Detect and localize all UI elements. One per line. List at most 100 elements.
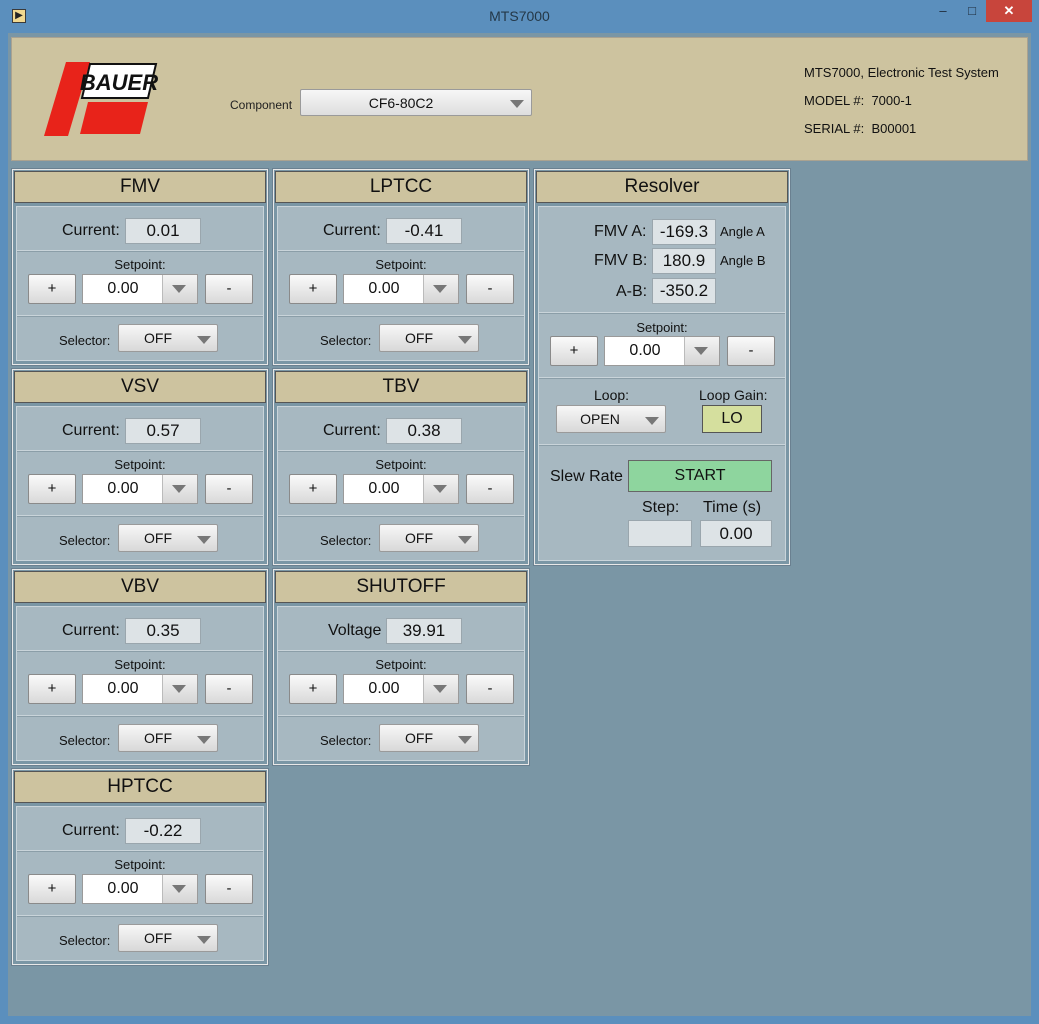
fmv-current-label: Current: [62, 222, 120, 239]
fmv-decrement-button[interactable]: - [205, 274, 253, 304]
tbv-current-value: 0.38 [386, 418, 462, 444]
shutoff-selector[interactable]: OFF [379, 724, 479, 752]
setpoint-dropdown[interactable] [162, 675, 197, 703]
vsv-selector[interactable]: OFF [118, 524, 218, 552]
fmv-selector-value: OFF [144, 330, 172, 346]
setpoint-dropdown[interactable] [162, 475, 197, 503]
fmv-body: Current: 0.01 Setpoint: + 0.00 - Selecto… [16, 206, 264, 361]
lptcc-body: Current: -0.41 Setpoint: + 0.00 - Select… [277, 206, 525, 361]
component-select[interactable]: CF6-80C2 [300, 89, 532, 116]
chevron-down-icon [510, 100, 524, 108]
setpoint-dropdown[interactable] [162, 275, 197, 303]
close-button[interactable]: ✕ [986, 0, 1032, 22]
lptcc-selector[interactable]: OFF [379, 324, 479, 352]
hptcc-selector-value: OFF [144, 930, 172, 946]
loop-label: Loop: [594, 387, 630, 403]
shutoff-current-value: 39.91 [386, 618, 462, 644]
vsv-decrement-button[interactable]: - [205, 474, 253, 504]
chevron-down-icon [197, 736, 211, 744]
shutoff-setpoint-value: 0.00 [368, 680, 400, 697]
increment-button[interactable]: + [550, 336, 598, 366]
start-button[interactable]: START [628, 460, 772, 492]
selector-label: Selector: [59, 733, 111, 748]
tbv-selector[interactable]: OFF [379, 524, 479, 552]
hptcc-panel: HPTCC Current: -0.22 Setpoint: + 0.00 - … [11, 768, 269, 966]
hptcc-current-value: -0.22 [125, 818, 201, 844]
slew-rate-label: Slew Rate [550, 468, 623, 485]
vsv-title: VSV [14, 371, 266, 403]
shutoff-increment-button[interactable]: + [289, 674, 337, 704]
lptcc-current-value: -0.41 [386, 218, 462, 244]
setpoint-dropdown[interactable] [423, 475, 458, 503]
divider [17, 450, 263, 452]
setpoint-dropdown[interactable] [162, 875, 197, 903]
fmv-setpoint-control[interactable]: 0.00 [82, 274, 198, 304]
loop-gain-indicator[interactable]: LO [702, 405, 762, 433]
shutoff-setpoint-control[interactable]: 0.00 [343, 674, 459, 704]
fmv-selector[interactable]: OFF [118, 324, 218, 352]
setpoint-label: Setpoint: [375, 457, 427, 472]
setpoint-control[interactable]: 0.00 [604, 336, 720, 366]
divider [278, 250, 524, 252]
hptcc-decrement-button[interactable]: - [205, 874, 253, 904]
system-info: MTS7000, Electronic Test System MODEL #:… [804, 65, 999, 149]
minimize-button[interactable]: – [928, 0, 958, 22]
chevron-down-icon [694, 347, 708, 355]
selector-label: Selector: [320, 733, 372, 748]
hptcc-selector[interactable]: OFF [118, 924, 218, 952]
component-value: CF6-80C2 [368, 95, 434, 111]
divider [278, 715, 524, 717]
logo-text: BAUER [80, 70, 158, 95]
lptcc-decrement-button[interactable]: - [466, 274, 514, 304]
fmv-b-value: 180.9 [652, 248, 716, 274]
lptcc-selector-value: OFF [405, 330, 433, 346]
chevron-down-icon [433, 685, 447, 693]
vsv-setpoint-value: 0.00 [107, 480, 139, 497]
shutoff-decrement-button[interactable]: - [466, 674, 514, 704]
step-indicator [628, 520, 692, 547]
vbv-setpoint-control[interactable]: 0.00 [82, 674, 198, 704]
chevron-down-icon [433, 485, 447, 493]
tbv-setpoint-control[interactable]: 0.00 [343, 474, 459, 504]
setpoint-label: Setpoint: [375, 257, 427, 272]
loop-select[interactable]: OPEN [556, 405, 666, 433]
vsv-setpoint-control[interactable]: 0.00 [82, 474, 198, 504]
vbv-decrement-button[interactable]: - [205, 674, 253, 704]
lptcc-title: LPTCC [275, 171, 527, 203]
decrement-button[interactable]: - [727, 336, 775, 366]
setpoint-dropdown[interactable] [423, 675, 458, 703]
angle-a-label: Angle A [720, 224, 765, 239]
shutoff-title: SHUTOFF [275, 571, 527, 603]
fmv-increment-button[interactable]: + [28, 274, 76, 304]
vsv-increment-button[interactable]: + [28, 474, 76, 504]
chevron-down-icon [172, 285, 186, 293]
setpoint-dropdown[interactable] [423, 275, 458, 303]
vbv-increment-button[interactable]: + [28, 674, 76, 704]
chevron-down-icon [197, 936, 211, 944]
tbv-setpoint-value: 0.00 [368, 480, 400, 497]
vbv-selector[interactable]: OFF [118, 724, 218, 752]
a-minus-b-value: -350.2 [652, 278, 716, 304]
selector-label: Selector: [59, 533, 111, 548]
resolver-panel: Resolver FMV A: -169.3 Angle A FMV B: 18… [533, 168, 791, 566]
lptcc-increment-button[interactable]: + [289, 274, 337, 304]
tbv-increment-button[interactable]: + [289, 474, 337, 504]
hptcc-increment-button[interactable]: + [28, 874, 76, 904]
tbv-decrement-button[interactable]: - [466, 474, 514, 504]
divider [17, 850, 263, 852]
fmv-setpoint-value: 0.00 [107, 280, 139, 297]
hptcc-title: HPTCC [14, 771, 266, 803]
maximize-button[interactable]: □ [958, 0, 986, 22]
hptcc-setpoint-value: 0.00 [107, 880, 139, 897]
divider [17, 650, 263, 652]
step-label: Step: [642, 499, 680, 516]
chevron-down-icon [197, 536, 211, 544]
chevron-down-icon [645, 417, 659, 425]
lptcc-setpoint-control[interactable]: 0.00 [343, 274, 459, 304]
divider [539, 312, 785, 314]
divider [17, 250, 263, 252]
component-label: Component [230, 98, 293, 112]
chevron-down-icon [172, 885, 186, 893]
hptcc-setpoint-control[interactable]: 0.00 [82, 874, 198, 904]
setpoint-dropdown[interactable] [684, 337, 719, 365]
